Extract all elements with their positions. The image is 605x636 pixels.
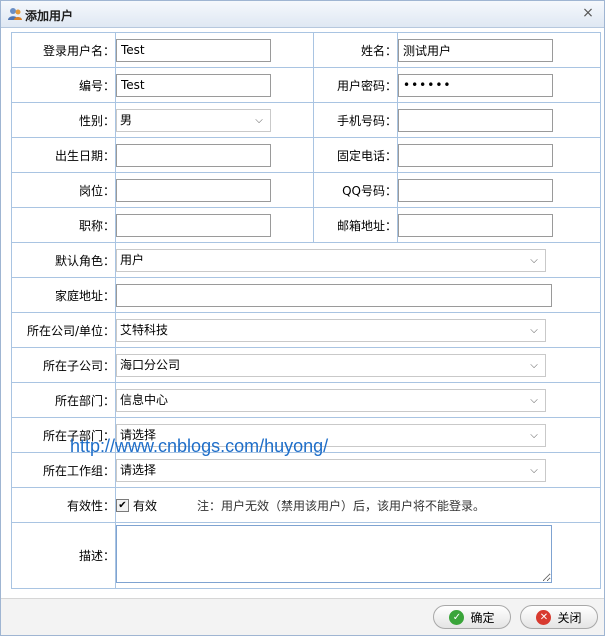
check-icon: ✓	[449, 609, 465, 625]
title-input[interactable]	[116, 213, 271, 237]
login-name-input[interactable]	[116, 38, 271, 62]
subcompany-label: 所在子公司：	[11, 347, 116, 383]
mobile-label: 手机号码：	[313, 102, 398, 138]
qq-label: QQ号码：	[313, 172, 398, 208]
valid-checkbox-label[interactable]: 有效	[133, 497, 157, 514]
department-label: 所在部门：	[11, 382, 116, 418]
dialog-title: 添加用户	[25, 9, 74, 23]
mobile-input[interactable]	[398, 108, 553, 132]
form-row: 所在工作组： 请选择 ⌵	[11, 452, 601, 488]
add-user-dialog: 添加用户 × 登录用户名： 姓名： 编号： 用户密码： 性别： 男 ⌵	[0, 0, 605, 636]
qq-input[interactable]	[398, 178, 553, 202]
company-label: 所在公司/单位：	[11, 312, 116, 348]
form-row: 所在子公司： 海口分公司 ⌵	[11, 347, 601, 383]
subcompany-select[interactable]: 海口分公司 ⌵	[116, 353, 546, 377]
title-label: 职称：	[11, 207, 116, 243]
password-input[interactable]	[398, 73, 553, 97]
chevron-down-icon: ⌵	[530, 464, 538, 476]
gender-select[interactable]: 男 ⌵	[116, 108, 271, 132]
name-label: 姓名：	[313, 32, 398, 68]
role-select[interactable]: 用户 ⌵	[116, 248, 546, 272]
chevron-down-icon: ⌵	[530, 429, 538, 441]
form-row: 家庭地址：	[11, 277, 601, 313]
workgroup-select-value: 请选择	[120, 462, 157, 477]
ok-button-label: 确定	[470, 610, 495, 625]
close-button[interactable]: ✕ 关闭	[520, 605, 598, 629]
chevron-down-icon: ⌵	[530, 324, 538, 336]
post-input[interactable]	[116, 178, 271, 202]
form-row: 默认角色： 用户 ⌵	[11, 242, 601, 278]
close-circle-icon: ✕	[536, 609, 552, 625]
form-row: 出生日期： 固定电话：	[11, 137, 601, 173]
company-select[interactable]: 艾特科技 ⌵	[116, 318, 546, 342]
chevron-down-icon: ⌵	[255, 114, 263, 126]
form-row: 登录用户名： 姓名：	[11, 32, 601, 68]
birthday-input[interactable]	[116, 143, 271, 167]
watermark-url: http://www.cnblogs.com/huyong/	[70, 436, 329, 456]
workgroup-label: 所在工作组：	[11, 452, 116, 488]
chevron-down-icon: ⌵	[530, 359, 538, 371]
description-textarea[interactable]	[116, 525, 552, 583]
subcompany-select-value: 海口分公司	[120, 357, 181, 372]
gender-select-value: 男	[120, 112, 133, 127]
password-label: 用户密码：	[313, 67, 398, 103]
code-label: 编号：	[11, 67, 116, 103]
validity-label: 有效性：	[11, 487, 116, 523]
dialog-footer: ✓ 确定 ✕ 关闭	[1, 598, 604, 635]
gender-label: 性别：	[11, 102, 116, 138]
close-icon[interactable]: ×	[580, 5, 596, 21]
description-label: 描述：	[11, 522, 116, 589]
email-input[interactable]	[398, 213, 553, 237]
close-button-label: 关闭	[557, 610, 582, 625]
email-label: 邮箱地址：	[313, 207, 398, 243]
phone-input[interactable]	[398, 143, 553, 167]
address-label: 家庭地址：	[11, 277, 116, 313]
form-row: 职称： 邮箱地址：	[11, 207, 601, 243]
workgroup-select[interactable]: 请选择 ⌵	[116, 458, 546, 482]
login-name-label: 登录用户名：	[11, 32, 116, 68]
address-input[interactable]	[116, 283, 552, 307]
dialog-titlebar: 添加用户 ×	[1, 1, 604, 28]
ok-button[interactable]: ✓ 确定	[433, 605, 511, 629]
user-form: 登录用户名： 姓名： 编号： 用户密码： 性别： 男 ⌵ 手机号码： 出生日期：	[11, 32, 601, 589]
form-row: 所在公司/单位： 艾特科技 ⌵	[11, 312, 601, 348]
post-label: 岗位：	[11, 172, 116, 208]
role-select-value: 用户	[120, 252, 145, 267]
chevron-down-icon: ⌵	[530, 254, 538, 266]
validity-note: 注：用户无效（禁用该用户）后，该用户将不能登录。	[197, 498, 486, 513]
phone-label: 固定电话：	[313, 137, 398, 173]
form-row: 描述：	[11, 522, 601, 589]
department-select-value: 信息中心	[120, 392, 169, 407]
users-icon	[8, 8, 22, 20]
valid-checkbox[interactable]: ✔	[116, 498, 129, 512]
form-row: 有效性： ✔ 有效 注：用户无效（禁用该用户）后，该用户将不能登录。	[11, 487, 601, 523]
validity-group: ✔ 有效 注：用户无效（禁用该用户）后，该用户将不能登录。	[116, 497, 600, 514]
name-input[interactable]	[398, 38, 553, 62]
form-row: 性别： 男 ⌵ 手机号码：	[11, 102, 601, 138]
form-row: 编号： 用户密码：	[11, 67, 601, 103]
company-select-value: 艾特科技	[120, 322, 169, 337]
chevron-down-icon: ⌵	[530, 394, 538, 406]
role-label: 默认角色：	[11, 242, 116, 278]
department-select[interactable]: 信息中心 ⌵	[116, 388, 546, 412]
code-input[interactable]	[116, 73, 271, 97]
birthday-label: 出生日期：	[11, 137, 116, 173]
form-row: 岗位： QQ号码：	[11, 172, 601, 208]
form-row: 所在部门： 信息中心 ⌵	[11, 382, 601, 418]
